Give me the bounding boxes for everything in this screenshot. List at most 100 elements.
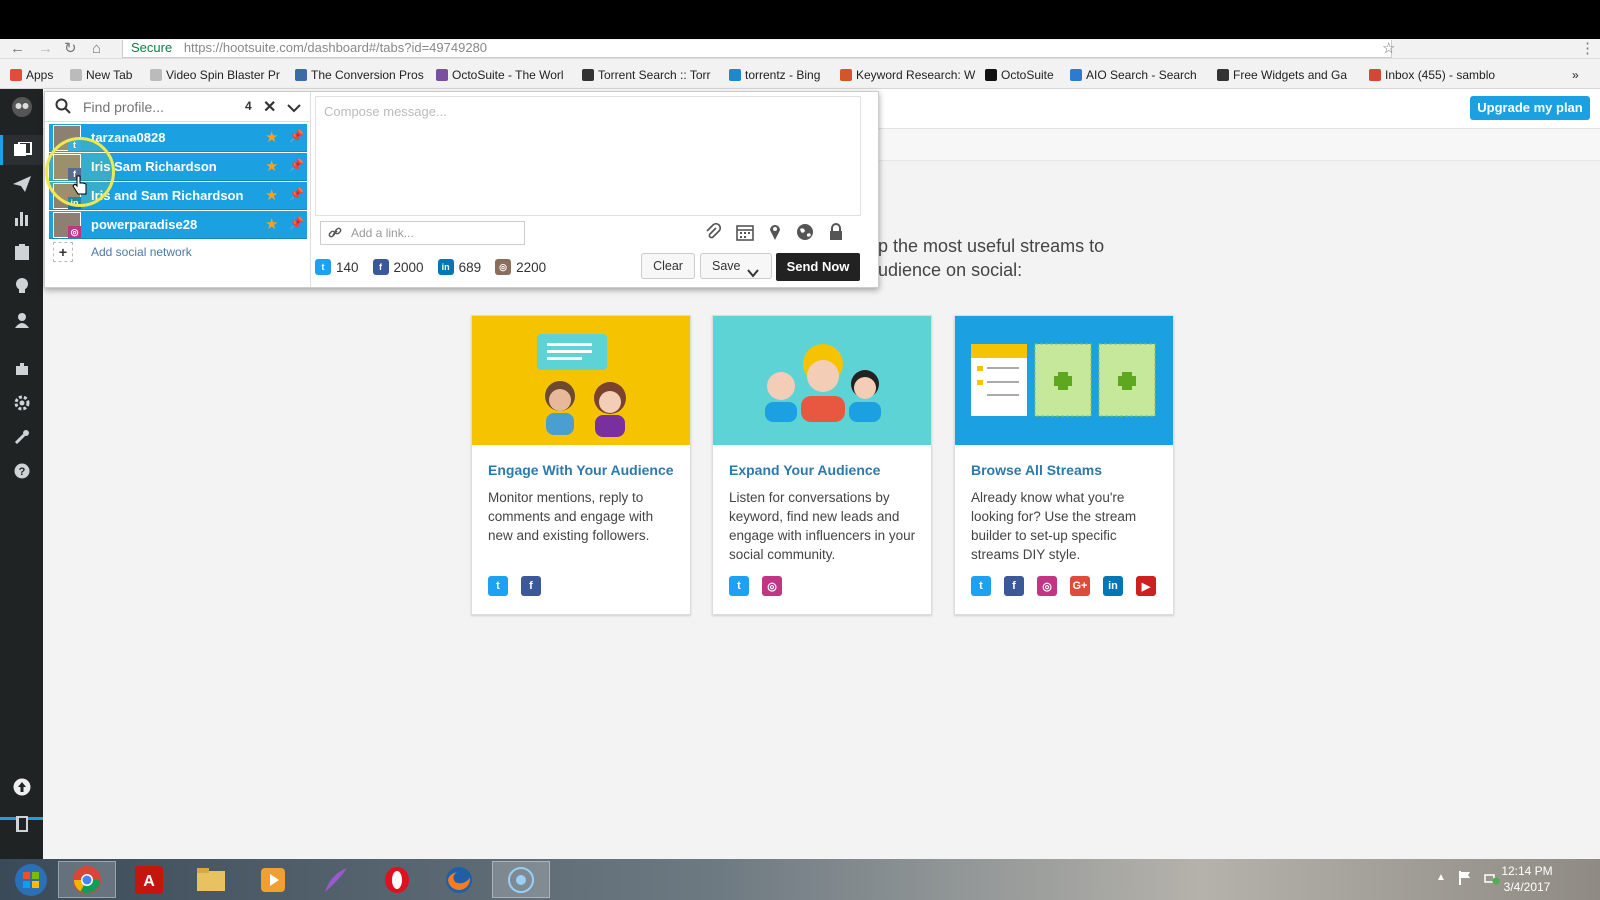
clear-selection-icon[interactable]: ✕ <box>263 97 276 117</box>
compose-message-textarea[interactable]: Compose message... <box>315 96 861 216</box>
find-profile-input[interactable] <box>83 97 243 117</box>
bookmark-item[interactable]: OctoSuite - The Worl <box>436 67 564 83</box>
stream-card[interactable]: Engage With Your Audience Monitor mention… <box>471 315 691 615</box>
targeting-globe-icon[interactable] <box>796 223 814 246</box>
windows-start-icon[interactable] <box>2 861 60 898</box>
add-link-input[interactable]: Add a link... <box>320 221 525 245</box>
bookmark-item[interactable]: New Tab <box>70 67 132 83</box>
attachment-paperclip-icon[interactable] <box>705 222 722 246</box>
owl-logo-icon[interactable] <box>0 92 43 122</box>
clear-button[interactable]: Clear <box>641 253 695 279</box>
pin-icon[interactable]: 📌 <box>289 187 304 201</box>
card-description: Listen for conversations by keyword, fin… <box>729 490 916 562</box>
facebook-icon[interactable]: f <box>521 576 541 596</box>
publisher-icon[interactable] <box>0 169 43 199</box>
screen: ← → ↻ ⌂ Secure https://hootsuite.com/das… <box>0 0 1600 900</box>
recorder-taskbar-icon[interactable] <box>492 861 550 898</box>
send-now-button[interactable]: Send Now <box>776 253 860 281</box>
address-bar[interactable]: Secure https://hootsuite.com/dashboard#/… <box>122 40 1392 58</box>
location-pin-icon[interactable] <box>769 223 781 246</box>
home-icon[interactable]: ⌂ <box>92 39 101 59</box>
twitter-icon[interactable]: t <box>488 576 508 596</box>
tray-flag-icon[interactable] <box>1458 870 1472 891</box>
privacy-lock-icon[interactable] <box>829 223 843 246</box>
assignments-icon[interactable] <box>0 237 43 267</box>
count-value: 2000 <box>393 259 424 275</box>
forward-icon[interactable]: → <box>38 39 53 59</box>
twitter-icon[interactable]: t <box>971 576 991 596</box>
bookmark-item[interactable]: AIO Search - Search <box>1070 67 1197 83</box>
favorite-star-icon[interactable]: ★ <box>265 186 278 204</box>
file-explorer-taskbar-icon[interactable] <box>182 861 240 898</box>
schedule-calendar-icon[interactable] <box>736 223 754 246</box>
linkedin-icon[interactable]: in <box>1103 576 1123 596</box>
profile-item[interactable]: ◎ powerparadise28 ★ 📌 <box>49 211 307 239</box>
bookmark-favicon-icon <box>70 69 82 81</box>
bookmark-favicon-icon <box>582 69 594 81</box>
left-sidebar: ? <box>0 89 43 859</box>
contacts-icon[interactable] <box>0 305 43 335</box>
intro-text: p the most useful streams to udience on s… <box>878 234 1208 282</box>
exit-door-icon[interactable] <box>0 809 43 839</box>
svg-text:?: ? <box>18 466 25 478</box>
tools-wrench-icon[interactable] <box>0 422 43 452</box>
favorite-star-icon[interactable]: ★ <box>265 157 278 175</box>
selected-profile-count: 4 <box>245 99 252 113</box>
system-clock[interactable]: 12:14 PM 3/4/2017 <box>1492 863 1562 895</box>
bookmark-item[interactable]: torrentz - Bing <box>729 67 820 83</box>
analytics-icon[interactable] <box>0 203 43 233</box>
back-icon[interactable]: ← <box>10 39 25 59</box>
campaigns-lightbulb-icon[interactable] <box>0 271 43 301</box>
bookmark-item[interactable]: Video Spin Blaster Pr <box>150 67 280 83</box>
instagram-icon[interactable]: ◎ <box>762 576 782 596</box>
feather-app-taskbar-icon[interactable] <box>306 861 364 898</box>
opera-taskbar-icon[interactable] <box>368 861 426 898</box>
card-title[interactable]: Engage With Your Audience <box>488 462 674 478</box>
bookmark-item[interactable]: Inbox (455) - samblo <box>1369 67 1495 83</box>
reload-icon[interactable]: ↻ <box>64 39 77 59</box>
instagram-icon[interactable]: ◎ <box>1037 576 1057 596</box>
youtube-icon[interactable]: ▶ <box>1136 576 1156 596</box>
help-icon[interactable]: ? <box>0 456 43 486</box>
streams-icon[interactable] <box>0 135 43 165</box>
add-social-network-button[interactable]: + Add social network <box>49 238 307 266</box>
pin-icon[interactable]: 📌 <box>289 216 304 230</box>
bookmark-item[interactable]: Torrent Search :: Torr <box>582 67 711 83</box>
bookmark-favicon-icon <box>1217 69 1229 81</box>
bookmark-item[interactable]: Free Widgets and Ga <box>1217 67 1347 83</box>
tray-up-arrow-icon[interactable]: ▲ <box>1436 872 1446 883</box>
favorite-star-icon[interactable]: ★ <box>265 215 278 233</box>
star-bookmark-icon[interactable]: ☆ <box>1382 39 1395 59</box>
character-count-instagram: ◎ 2200 <box>495 259 546 275</box>
bookmark-item[interactable]: Apps <box>10 67 53 83</box>
bookmark-item[interactable]: Keyword Research: W <box>840 67 975 83</box>
stream-card[interactable]: Browse All Streams Already know what you'… <box>954 315 1174 615</box>
bookmarks-bar: Apps New Tab Video Spin Blaster Pr The Conv… <box>0 59 1600 89</box>
card-title[interactable]: Expand Your Audience <box>729 462 880 478</box>
favorite-star-icon[interactable]: ★ <box>265 128 278 146</box>
firefox-taskbar-icon[interactable] <box>430 861 488 898</box>
url-text: https://hootsuite.com/dashboard#/tabs?id… <box>183 40 488 55</box>
twitter-icon[interactable]: t <box>729 576 749 596</box>
stream-card[interactable]: Expand Your Audience Listen for conversat… <box>712 315 932 615</box>
menu-icon[interactable]: ⋮ <box>1580 39 1595 59</box>
card-title[interactable]: Browse All Streams <box>971 462 1102 478</box>
pin-icon[interactable]: 📌 <box>289 158 304 172</box>
bookmark-item[interactable]: OctoSuite <box>985 67 1054 83</box>
chevron-down-icon[interactable] <box>287 100 301 118</box>
bookmarks-overflow-icon[interactable]: » <box>1572 67 1579 83</box>
bookmark-label: OctoSuite <box>1001 68 1054 82</box>
settings-gear-icon[interactable] <box>0 388 43 418</box>
google-plus-icon[interactable]: G+ <box>1070 576 1090 596</box>
bookmark-item[interactable]: The Conversion Pros <box>295 67 424 83</box>
apps-puzzle-icon[interactable] <box>0 354 43 384</box>
save-button[interactable]: Save <box>700 253 772 279</box>
upgrade-plan-button[interactable]: Upgrade my plan <box>1470 96 1590 120</box>
instagram-icon: ◎ <box>68 226 81 238</box>
facebook-icon[interactable]: f <box>1004 576 1024 596</box>
adobe-reader-taskbar-icon[interactable]: A <box>120 861 178 898</box>
pin-icon[interactable]: 📌 <box>289 129 304 143</box>
chrome-taskbar-icon[interactable] <box>58 861 116 898</box>
upload-icon[interactable] <box>0 772 43 802</box>
media-player-taskbar-icon[interactable] <box>244 861 302 898</box>
